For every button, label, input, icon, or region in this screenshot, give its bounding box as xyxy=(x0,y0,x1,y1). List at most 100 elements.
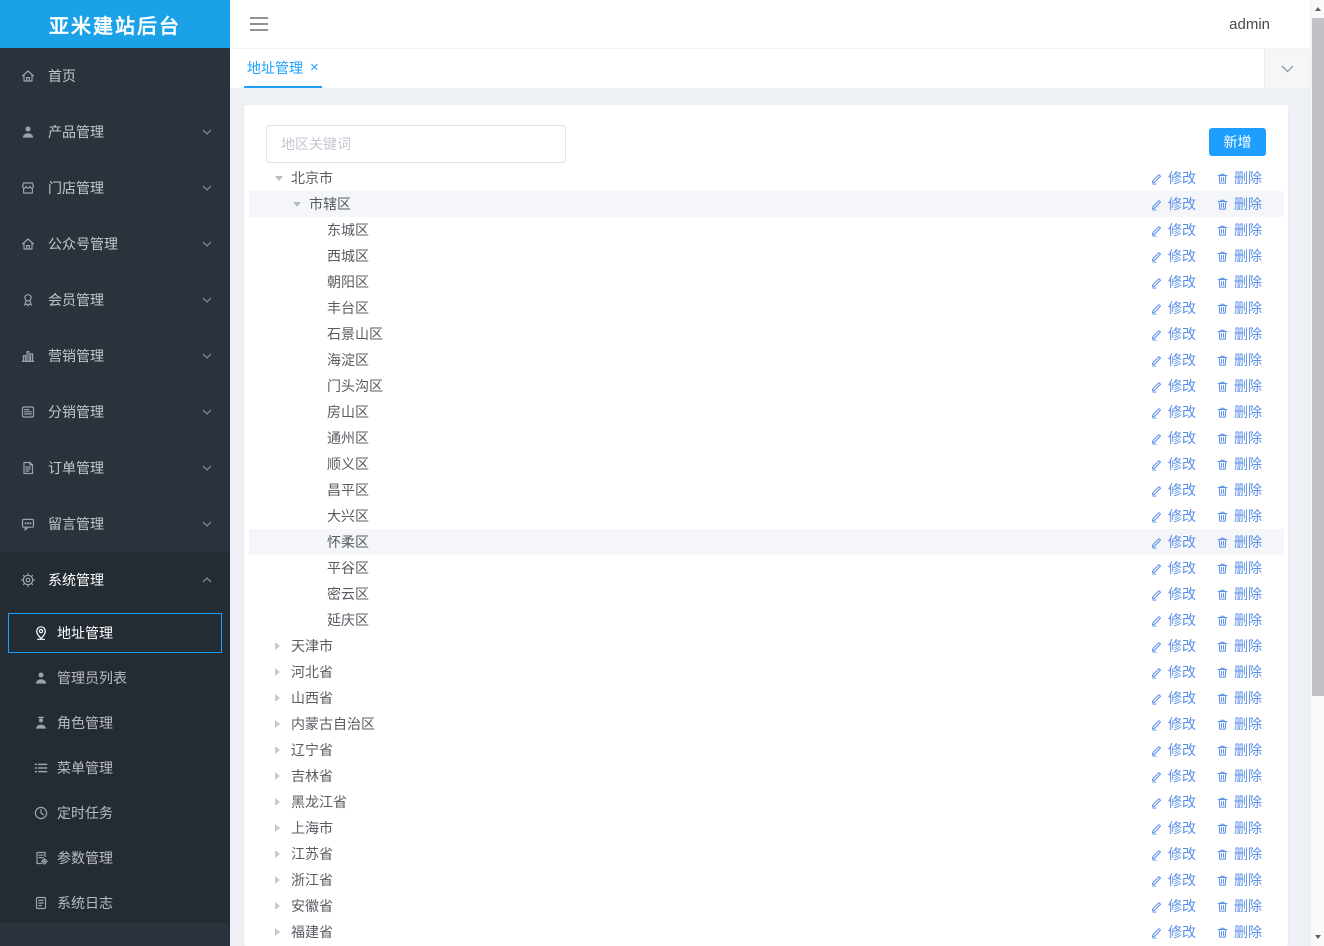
scrollbar-down-arrow[interactable] xyxy=(1311,930,1324,944)
delete-link[interactable]: 删除 xyxy=(1216,896,1262,916)
tree-row[interactable]: 海淀区 修改 删除 xyxy=(249,347,1284,373)
hamburger-menu-icon[interactable] xyxy=(250,13,268,35)
edit-link[interactable]: 修改 xyxy=(1150,376,1196,396)
scrollbar-up-arrow[interactable] xyxy=(1311,2,1324,16)
delete-link[interactable]: 删除 xyxy=(1216,506,1262,526)
edit-link[interactable]: 修改 xyxy=(1150,740,1196,760)
sidebar-subitem[interactable]: 地址管理 xyxy=(8,613,222,653)
expand-arrow-icon[interactable] xyxy=(275,867,291,893)
sidebar-item[interactable]: 系统管理 xyxy=(0,552,230,608)
edit-link[interactable]: 修改 xyxy=(1150,246,1196,266)
delete-link[interactable]: 删除 xyxy=(1216,584,1262,604)
delete-link[interactable]: 删除 xyxy=(1216,402,1262,422)
sidebar-item[interactable]: 首页 xyxy=(0,48,230,104)
tree-row[interactable]: 朝阳区 修改 删除 xyxy=(249,269,1284,295)
delete-link[interactable]: 删除 xyxy=(1216,272,1262,292)
delete-link[interactable]: 删除 xyxy=(1216,662,1262,682)
vertical-scrollbar[interactable] xyxy=(1310,0,1324,946)
collapse-arrow-icon[interactable] xyxy=(293,191,309,217)
tree-row[interactable]: 石景山区 修改 删除 xyxy=(249,321,1284,347)
delete-link[interactable]: 删除 xyxy=(1216,350,1262,370)
tree-row[interactable]: 浙江省 修改 删除 xyxy=(249,867,1284,893)
edit-link[interactable]: 修改 xyxy=(1150,454,1196,474)
edit-link[interactable]: 修改 xyxy=(1150,662,1196,682)
tree-row[interactable]: 丰台区 修改 删除 xyxy=(249,295,1284,321)
search-input[interactable] xyxy=(266,125,566,163)
tab-address-management[interactable]: 地址管理 × xyxy=(244,49,322,88)
tree-row[interactable]: 黑龙江省 修改 删除 xyxy=(249,789,1284,815)
edit-link[interactable]: 修改 xyxy=(1150,324,1196,344)
edit-link[interactable]: 修改 xyxy=(1150,584,1196,604)
tree-row[interactable]: 昌平区 修改 删除 xyxy=(249,477,1284,503)
tree-row[interactable]: 辽宁省 修改 删除 xyxy=(249,737,1284,763)
sidebar-subitem[interactable]: 角色管理 xyxy=(8,703,222,743)
edit-link[interactable]: 修改 xyxy=(1150,298,1196,318)
edit-link[interactable]: 修改 xyxy=(1150,896,1196,916)
tree-row[interactable]: 平谷区 修改 删除 xyxy=(249,555,1284,581)
delete-link[interactable]: 删除 xyxy=(1216,480,1262,500)
edit-link[interactable]: 修改 xyxy=(1150,610,1196,630)
tree-row[interactable]: 上海市 修改 删除 xyxy=(249,815,1284,841)
edit-link[interactable]: 修改 xyxy=(1150,688,1196,708)
tree-row[interactable]: 北京市 修改 删除 xyxy=(249,165,1284,191)
expand-arrow-icon[interactable] xyxy=(275,841,291,867)
sidebar-item[interactable]: 会员管理 xyxy=(0,272,230,328)
delete-link[interactable]: 删除 xyxy=(1216,870,1262,890)
edit-link[interactable]: 修改 xyxy=(1150,350,1196,370)
delete-link[interactable]: 删除 xyxy=(1216,740,1262,760)
delete-link[interactable]: 删除 xyxy=(1216,714,1262,734)
delete-link[interactable]: 删除 xyxy=(1216,636,1262,656)
delete-link[interactable]: 删除 xyxy=(1216,844,1262,864)
current-user[interactable]: admin xyxy=(1229,16,1270,33)
tree-row[interactable]: 怀柔区 修改 删除 xyxy=(249,529,1284,555)
expand-arrow-icon[interactable] xyxy=(275,633,291,659)
delete-link[interactable]: 删除 xyxy=(1216,792,1262,812)
tree-row[interactable]: 房山区 修改 删除 xyxy=(249,399,1284,425)
tree-row[interactable]: 西城区 修改 删除 xyxy=(249,243,1284,269)
tree-row[interactable]: 市辖区 修改 删除 xyxy=(249,191,1284,217)
tree-row[interactable]: 江苏省 修改 删除 xyxy=(249,841,1284,867)
edit-link[interactable]: 修改 xyxy=(1150,792,1196,812)
edit-link[interactable]: 修改 xyxy=(1150,870,1196,890)
delete-link[interactable]: 删除 xyxy=(1216,766,1262,786)
scrollbar-thumb[interactable] xyxy=(1312,18,1324,696)
expand-arrow-icon[interactable] xyxy=(275,815,291,841)
sidebar-item[interactable]: 公众号管理 xyxy=(0,216,230,272)
expand-arrow-icon[interactable] xyxy=(275,659,291,685)
tabs-dropdown-button[interactable] xyxy=(1264,49,1310,88)
tree-row[interactable]: 顺义区 修改 删除 xyxy=(249,451,1284,477)
delete-link[interactable]: 删除 xyxy=(1216,324,1262,344)
edit-link[interactable]: 修改 xyxy=(1150,922,1196,942)
add-button[interactable]: 新增 xyxy=(1209,128,1266,156)
tree-row[interactable]: 河北省 修改 删除 xyxy=(249,659,1284,685)
delete-link[interactable]: 删除 xyxy=(1216,246,1262,266)
expand-arrow-icon[interactable] xyxy=(275,685,291,711)
edit-link[interactable]: 修改 xyxy=(1150,818,1196,838)
edit-link[interactable]: 修改 xyxy=(1150,636,1196,656)
edit-link[interactable]: 修改 xyxy=(1150,714,1196,734)
tree-row[interactable]: 延庆区 修改 删除 xyxy=(249,607,1284,633)
edit-link[interactable]: 修改 xyxy=(1150,506,1196,526)
sidebar-item[interactable]: 产品管理 xyxy=(0,104,230,160)
delete-link[interactable]: 删除 xyxy=(1216,818,1262,838)
sidebar-item[interactable]: 订单管理 xyxy=(0,440,230,496)
tree-row[interactable]: 通州区 修改 删除 xyxy=(249,425,1284,451)
edit-link[interactable]: 修改 xyxy=(1150,402,1196,422)
edit-link[interactable]: 修改 xyxy=(1150,844,1196,864)
sidebar-subitem[interactable]: 系统日志 xyxy=(8,883,222,923)
expand-arrow-icon[interactable] xyxy=(275,711,291,737)
sidebar-item[interactable]: 分销管理 xyxy=(0,384,230,440)
sidebar-subitem[interactable]: 定时任务 xyxy=(8,793,222,833)
sidebar-subitem[interactable]: 管理员列表 xyxy=(8,658,222,698)
delete-link[interactable]: 删除 xyxy=(1216,558,1262,578)
tree-row[interactable]: 山西省 修改 删除 xyxy=(249,685,1284,711)
tree-row[interactable]: 东城区 修改 删除 xyxy=(249,217,1284,243)
expand-arrow-icon[interactable] xyxy=(275,789,291,815)
delete-link[interactable]: 删除 xyxy=(1216,220,1262,240)
tree-row[interactable]: 福建省 修改 删除 xyxy=(249,919,1284,945)
edit-link[interactable]: 修改 xyxy=(1150,428,1196,448)
expand-arrow-icon[interactable] xyxy=(275,737,291,763)
tree-row[interactable]: 安徽省 修改 删除 xyxy=(249,893,1284,919)
tree-row[interactable]: 内蒙古自治区 修改 删除 xyxy=(249,711,1284,737)
collapse-arrow-icon[interactable] xyxy=(275,165,291,191)
